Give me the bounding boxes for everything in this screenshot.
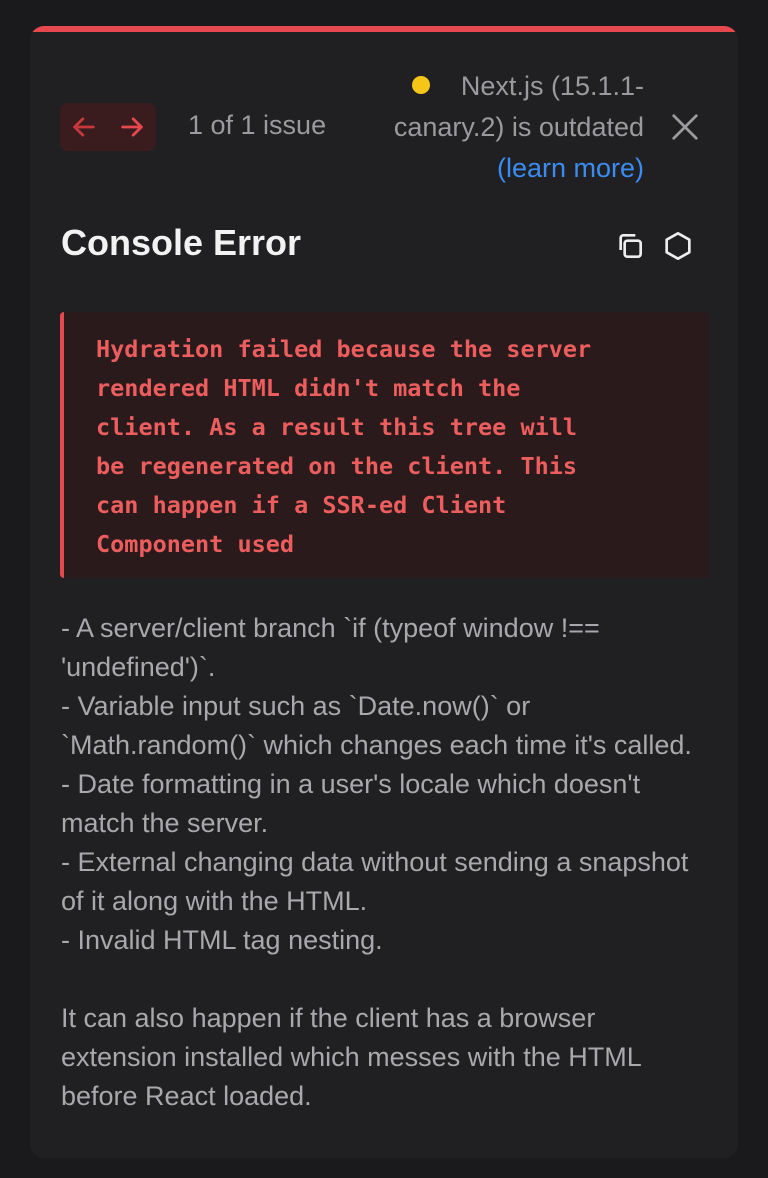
learn-more-link[interactable]: (learn more)	[344, 148, 644, 189]
copy-icon	[619, 234, 642, 258]
version-text-line2: canary.2) is outdated	[393, 112, 644, 142]
previous-issue-button[interactable]	[64, 107, 104, 147]
details-spacer	[61, 960, 701, 999]
detail-line: - Variable input such as `Date.now()` or…	[61, 691, 692, 760]
version-text-line1: Next.js (15.1.1-	[460, 71, 644, 101]
title-actions	[614, 230, 694, 262]
arrow-left-icon	[73, 117, 95, 137]
error-dialog: 1 of 1 issue Next.js (15.1.1- canary.2) …	[30, 26, 738, 1158]
error-message: Hydration failed because the server rend…	[96, 335, 592, 558]
close-icon	[672, 114, 698, 140]
detail-line: - A server/client branch `if (typeof win…	[61, 613, 600, 682]
version-notice: Next.js (15.1.1- canary.2) is outdated (…	[344, 66, 644, 189]
copy-error-button[interactable]	[614, 230, 646, 262]
next-issue-button[interactable]	[112, 107, 152, 147]
issue-counter: 1 of 1 issue	[188, 110, 327, 140]
error-accent-bar	[30, 26, 738, 32]
page-title: Console Error	[61, 222, 302, 263]
close-button[interactable]	[670, 112, 700, 142]
error-details: - A server/client branch `if (typeof win…	[61, 609, 701, 1116]
hexagon-icon	[665, 232, 691, 260]
detail-line: - External changing data without sending…	[61, 847, 689, 916]
error-message-box: Hydration failed because the server rend…	[60, 312, 708, 578]
issue-navigation	[60, 103, 156, 151]
detail-line: - Invalid HTML tag nesting.	[61, 925, 383, 955]
arrow-right-icon	[121, 117, 143, 137]
nodejs-inspector-button[interactable]	[662, 230, 694, 262]
details-footer: It can also happen if the client has a b…	[61, 1003, 641, 1111]
detail-line: - Date formatting in a user's locale whi…	[61, 769, 641, 838]
